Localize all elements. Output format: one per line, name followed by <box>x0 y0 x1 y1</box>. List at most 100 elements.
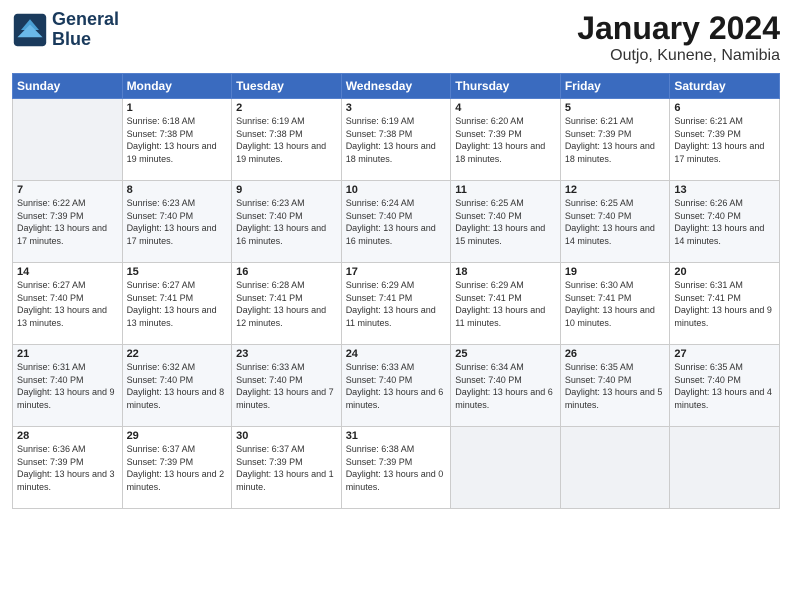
day-detail: Sunrise: 6:35 AM Sunset: 7:40 PM Dayligh… <box>674 361 775 411</box>
day-number: 7 <box>17 184 118 196</box>
title-block: January 2024 Outjo, Kunene, Namibia <box>577 10 780 65</box>
day-number: 26 <box>565 348 666 360</box>
day-number: 20 <box>674 266 775 278</box>
calendar-day: 11 Sunrise: 6:25 AM Sunset: 7:40 PM Dayl… <box>451 181 561 263</box>
calendar-day: 21 Sunrise: 6:31 AM Sunset: 7:40 PM Dayl… <box>13 345 123 427</box>
day-detail: Sunrise: 6:27 AM Sunset: 7:40 PM Dayligh… <box>17 279 118 329</box>
month-title: January 2024 <box>577 10 780 47</box>
calendar-week-5: 28 Sunrise: 6:36 AM Sunset: 7:39 PM Dayl… <box>13 427 780 509</box>
logo-line1: General <box>52 10 119 30</box>
calendar-day: 16 Sunrise: 6:28 AM Sunset: 7:41 PM Dayl… <box>232 263 342 345</box>
day-number: 3 <box>346 102 447 114</box>
calendar-week-3: 14 Sunrise: 6:27 AM Sunset: 7:40 PM Dayl… <box>13 263 780 345</box>
calendar-day: 4 Sunrise: 6:20 AM Sunset: 7:39 PM Dayli… <box>451 99 561 181</box>
day-detail: Sunrise: 6:21 AM Sunset: 7:39 PM Dayligh… <box>565 115 666 165</box>
calendar-day: 22 Sunrise: 6:32 AM Sunset: 7:40 PM Dayl… <box>122 345 232 427</box>
day-number: 14 <box>17 266 118 278</box>
page-container: General Blue January 2024 Outjo, Kunene,… <box>0 0 792 519</box>
day-number: 16 <box>236 266 337 278</box>
calendar-day: 26 Sunrise: 6:35 AM Sunset: 7:40 PM Dayl… <box>560 345 670 427</box>
day-detail: Sunrise: 6:38 AM Sunset: 7:39 PM Dayligh… <box>346 443 447 493</box>
day-detail: Sunrise: 6:31 AM Sunset: 7:40 PM Dayligh… <box>17 361 118 411</box>
day-detail: Sunrise: 6:21 AM Sunset: 7:39 PM Dayligh… <box>674 115 775 165</box>
day-detail: Sunrise: 6:24 AM Sunset: 7:40 PM Dayligh… <box>346 197 447 247</box>
day-number: 4 <box>455 102 556 114</box>
day-number: 17 <box>346 266 447 278</box>
day-detail: Sunrise: 6:23 AM Sunset: 7:40 PM Dayligh… <box>236 197 337 247</box>
calendar-day: 27 Sunrise: 6:35 AM Sunset: 7:40 PM Dayl… <box>670 345 780 427</box>
calendar-day: 29 Sunrise: 6:37 AM Sunset: 7:39 PM Dayl… <box>122 427 232 509</box>
day-number: 31 <box>346 430 447 442</box>
calendar-week-2: 7 Sunrise: 6:22 AM Sunset: 7:39 PM Dayli… <box>13 181 780 263</box>
calendar-day: 2 Sunrise: 6:19 AM Sunset: 7:38 PM Dayli… <box>232 99 342 181</box>
calendar-day <box>560 427 670 509</box>
day-detail: Sunrise: 6:18 AM Sunset: 7:38 PM Dayligh… <box>127 115 228 165</box>
day-detail: Sunrise: 6:33 AM Sunset: 7:40 PM Dayligh… <box>236 361 337 411</box>
col-friday: Friday <box>560 74 670 99</box>
day-number: 18 <box>455 266 556 278</box>
calendar-day: 24 Sunrise: 6:33 AM Sunset: 7:40 PM Dayl… <box>341 345 451 427</box>
col-sunday: Sunday <box>13 74 123 99</box>
day-detail: Sunrise: 6:19 AM Sunset: 7:38 PM Dayligh… <box>236 115 337 165</box>
day-detail: Sunrise: 6:37 AM Sunset: 7:39 PM Dayligh… <box>127 443 228 493</box>
day-detail: Sunrise: 6:34 AM Sunset: 7:40 PM Dayligh… <box>455 361 556 411</box>
col-saturday: Saturday <box>670 74 780 99</box>
day-detail: Sunrise: 6:26 AM Sunset: 7:40 PM Dayligh… <box>674 197 775 247</box>
calendar-day: 28 Sunrise: 6:36 AM Sunset: 7:39 PM Dayl… <box>13 427 123 509</box>
day-number: 8 <box>127 184 228 196</box>
calendar-day <box>451 427 561 509</box>
logo-icon <box>12 12 48 48</box>
calendar-day: 6 Sunrise: 6:21 AM Sunset: 7:39 PM Dayli… <box>670 99 780 181</box>
col-wednesday: Wednesday <box>341 74 451 99</box>
logo-text: General Blue <box>52 10 119 50</box>
calendar-day: 5 Sunrise: 6:21 AM Sunset: 7:39 PM Dayli… <box>560 99 670 181</box>
day-number: 27 <box>674 348 775 360</box>
day-detail: Sunrise: 6:29 AM Sunset: 7:41 PM Dayligh… <box>346 279 447 329</box>
day-number: 15 <box>127 266 228 278</box>
calendar-day: 12 Sunrise: 6:25 AM Sunset: 7:40 PM Dayl… <box>560 181 670 263</box>
calendar-day: 25 Sunrise: 6:34 AM Sunset: 7:40 PM Dayl… <box>451 345 561 427</box>
day-detail: Sunrise: 6:19 AM Sunset: 7:38 PM Dayligh… <box>346 115 447 165</box>
day-number: 9 <box>236 184 337 196</box>
col-tuesday: Tuesday <box>232 74 342 99</box>
day-detail: Sunrise: 6:25 AM Sunset: 7:40 PM Dayligh… <box>455 197 556 247</box>
day-detail: Sunrise: 6:29 AM Sunset: 7:41 PM Dayligh… <box>455 279 556 329</box>
day-number: 21 <box>17 348 118 360</box>
day-number: 11 <box>455 184 556 196</box>
day-detail: Sunrise: 6:20 AM Sunset: 7:39 PM Dayligh… <box>455 115 556 165</box>
calendar-day: 19 Sunrise: 6:30 AM Sunset: 7:41 PM Dayl… <box>560 263 670 345</box>
calendar-table: Sunday Monday Tuesday Wednesday Thursday… <box>12 73 780 509</box>
day-number: 5 <box>565 102 666 114</box>
day-number: 29 <box>127 430 228 442</box>
calendar-week-1: 1 Sunrise: 6:18 AM Sunset: 7:38 PM Dayli… <box>13 99 780 181</box>
day-number: 10 <box>346 184 447 196</box>
day-number: 6 <box>674 102 775 114</box>
calendar-day: 15 Sunrise: 6:27 AM Sunset: 7:41 PM Dayl… <box>122 263 232 345</box>
day-detail: Sunrise: 6:28 AM Sunset: 7:41 PM Dayligh… <box>236 279 337 329</box>
calendar-day: 30 Sunrise: 6:37 AM Sunset: 7:39 PM Dayl… <box>232 427 342 509</box>
header: General Blue January 2024 Outjo, Kunene,… <box>12 10 780 65</box>
logo-line2: Blue <box>52 30 119 50</box>
calendar-day: 3 Sunrise: 6:19 AM Sunset: 7:38 PM Dayli… <box>341 99 451 181</box>
day-number: 19 <box>565 266 666 278</box>
calendar-day <box>13 99 123 181</box>
day-detail: Sunrise: 6:33 AM Sunset: 7:40 PM Dayligh… <box>346 361 447 411</box>
day-detail: Sunrise: 6:32 AM Sunset: 7:40 PM Dayligh… <box>127 361 228 411</box>
day-detail: Sunrise: 6:35 AM Sunset: 7:40 PM Dayligh… <box>565 361 666 411</box>
col-thursday: Thursday <box>451 74 561 99</box>
day-number: 28 <box>17 430 118 442</box>
calendar-day: 18 Sunrise: 6:29 AM Sunset: 7:41 PM Dayl… <box>451 263 561 345</box>
calendar-day: 13 Sunrise: 6:26 AM Sunset: 7:40 PM Dayl… <box>670 181 780 263</box>
day-number: 24 <box>346 348 447 360</box>
day-detail: Sunrise: 6:30 AM Sunset: 7:41 PM Dayligh… <box>565 279 666 329</box>
day-detail: Sunrise: 6:23 AM Sunset: 7:40 PM Dayligh… <box>127 197 228 247</box>
day-number: 1 <box>127 102 228 114</box>
calendar-day: 7 Sunrise: 6:22 AM Sunset: 7:39 PM Dayli… <box>13 181 123 263</box>
calendar-day: 9 Sunrise: 6:23 AM Sunset: 7:40 PM Dayli… <box>232 181 342 263</box>
calendar-day: 14 Sunrise: 6:27 AM Sunset: 7:40 PM Dayl… <box>13 263 123 345</box>
calendar-day: 8 Sunrise: 6:23 AM Sunset: 7:40 PM Dayli… <box>122 181 232 263</box>
calendar-day: 10 Sunrise: 6:24 AM Sunset: 7:40 PM Dayl… <box>341 181 451 263</box>
calendar-day: 23 Sunrise: 6:33 AM Sunset: 7:40 PM Dayl… <box>232 345 342 427</box>
logo: General Blue <box>12 10 119 50</box>
day-number: 12 <box>565 184 666 196</box>
